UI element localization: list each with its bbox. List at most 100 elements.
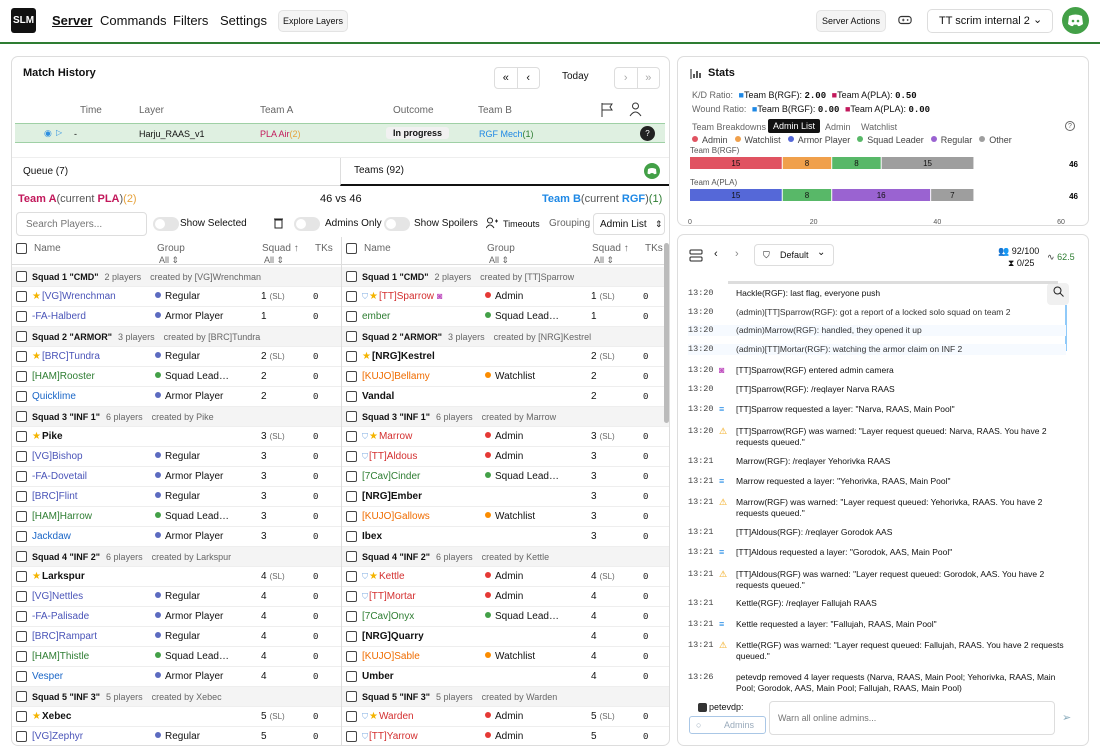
player-row[interactable]: [BRC]Rampart Regular 4 0 xyxy=(12,627,341,647)
player-row[interactable]: ★Xebec 5 (SL) 0 xyxy=(12,707,341,727)
player-checkbox[interactable] xyxy=(346,451,357,462)
squad-checkbox[interactable] xyxy=(16,411,27,422)
squad-checkbox[interactable] xyxy=(346,691,357,702)
first-page-icon[interactable]: « xyxy=(495,68,518,88)
squad-checkbox[interactable] xyxy=(346,271,357,282)
admins-only-toggle[interactable] xyxy=(294,217,320,231)
nav-filters[interactable]: Filters xyxy=(173,13,208,28)
app-logo[interactable]: SLM xyxy=(11,8,36,33)
player-row[interactable]: [VG]Nettles Regular 4 0 xyxy=(12,587,341,607)
select-all-checkbox[interactable] xyxy=(346,243,357,254)
player-row[interactable]: [7Cav]Onyx Squad Lead… 4 0 xyxy=(342,607,669,627)
player-checkbox[interactable] xyxy=(346,471,357,482)
player-checkbox[interactable] xyxy=(16,531,27,542)
grouping-select[interactable]: Admin List ⇕ xyxy=(593,213,665,235)
player-checkbox[interactable] xyxy=(16,371,27,382)
player-name-cell[interactable]: ★[BRC]Tundra xyxy=(32,351,100,362)
player-name-cell[interactable]: [VG]Nettles xyxy=(32,591,83,602)
player-name-cell[interactable]: ember xyxy=(362,311,390,322)
chat-prev-icon[interactable]: ‹ xyxy=(714,248,718,260)
player-checkbox[interactable] xyxy=(346,291,357,302)
player-checkbox[interactable] xyxy=(16,491,27,502)
player-name-cell[interactable]: -FA-Halberd xyxy=(32,311,86,322)
player-checkbox[interactable] xyxy=(346,631,357,642)
player-row[interactable]: [7Cav]Cinder Squad Lead… 3 0 xyxy=(342,467,669,487)
player-row[interactable]: Quicklime Armor Player 2 0 xyxy=(12,387,341,407)
user-clock-icon[interactable] xyxy=(485,217,498,232)
player-row[interactable]: -FA-Dovetail Armor Player 3 0 xyxy=(12,467,341,487)
player-row[interactable]: ⛉★Kettle Admin 4 (SL) 0 xyxy=(342,567,669,587)
table-scrollbar[interactable] xyxy=(664,243,669,423)
player-checkbox[interactable] xyxy=(16,291,27,302)
gamepad-icon[interactable] xyxy=(898,13,914,29)
player-row[interactable]: [KUJO]Gallows Watchlist 3 0 xyxy=(342,507,669,527)
player-checkbox[interactable] xyxy=(16,671,27,682)
squad-header-row[interactable]: Squad 1 "CMD" 2 players created by [TT]Spa… xyxy=(342,267,669,287)
player-name-cell[interactable]: ⛉★Kettle xyxy=(362,571,405,582)
squad-filter[interactable]: All ⇕ xyxy=(594,255,614,266)
player-name-cell[interactable]: [VG]Bishop xyxy=(32,451,83,462)
squad-header-row[interactable]: Squad 2 "ARMOR" 3 players created by [NRG]… xyxy=(342,327,669,347)
player-checkbox[interactable] xyxy=(16,731,27,742)
player-name-cell[interactable]: ★[VG]Wrenchman xyxy=(32,291,116,302)
server-actions-button[interactable]: Server Actions xyxy=(816,10,886,32)
play-icon[interactable]: ▷ xyxy=(56,128,62,137)
player-row[interactable]: ⛉★[TT]Sparrow ◙ Admin 1 (SL) 0 xyxy=(342,287,669,307)
squad-header-row[interactable]: Squad 5 "INF 3" 5 players created by Xebec xyxy=(12,687,341,707)
player-row[interactable]: ★[BRC]Tundra Regular 2 (SL) 0 xyxy=(12,347,341,367)
player-checkbox[interactable] xyxy=(346,651,357,662)
player-checkbox[interactable] xyxy=(346,511,357,522)
player-row[interactable]: [KUJO]Bellamy Watchlist 2 0 xyxy=(342,367,669,387)
player-checkbox[interactable] xyxy=(16,591,27,602)
tab-admin[interactable]: Admin xyxy=(825,122,851,132)
flag-icon[interactable] xyxy=(600,102,614,120)
show-selected-toggle[interactable] xyxy=(153,217,179,231)
discord-small-icon[interactable] xyxy=(644,163,660,179)
player-checkbox[interactable] xyxy=(346,531,357,542)
player-name-cell[interactable]: -FA-Palisade xyxy=(32,611,89,622)
squad-header-row[interactable]: Squad 2 "ARMOR" 3 players created by [BRC]… xyxy=(12,327,341,347)
player-row[interactable]: Jackdaw Armor Player 3 0 xyxy=(12,527,341,547)
channel-select[interactable]: ○ Admins xyxy=(689,716,766,734)
search-input[interactable] xyxy=(16,212,147,236)
discord-icon[interactable] xyxy=(1062,7,1089,34)
player-checkbox[interactable] xyxy=(346,371,357,382)
player-checkbox[interactable] xyxy=(16,471,27,482)
player-checkbox[interactable] xyxy=(16,351,27,362)
player-row[interactable]: [HAM]Harrow Squad Lead… 3 0 xyxy=(12,507,341,527)
player-name-cell[interactable]: ⛉[TT]Mortar xyxy=(362,591,416,602)
player-checkbox[interactable] xyxy=(16,511,27,522)
player-checkbox[interactable] xyxy=(16,611,27,622)
player-checkbox[interactable] xyxy=(16,451,27,462)
player-row[interactable]: ⛉[TT]Mortar Admin 4 0 xyxy=(342,587,669,607)
player-name-cell[interactable]: ⛉★Marrow xyxy=(362,431,412,442)
chat-next-icon[interactable]: › xyxy=(735,248,739,260)
player-name-cell[interactable]: [BRC]Rampart xyxy=(32,631,97,642)
player-row[interactable]: ⛉★Warden Admin 5 (SL) 0 xyxy=(342,707,669,727)
squad-checkbox[interactable] xyxy=(346,411,357,422)
player-checkbox[interactable] xyxy=(16,431,27,442)
squad-checkbox[interactable] xyxy=(346,331,357,342)
player-row[interactable]: ⛉[TT]Aldous Admin 3 0 xyxy=(342,447,669,467)
squad-header-row[interactable]: Squad 3 "INF 1" 6 players created by Marro… xyxy=(342,407,669,427)
player-row[interactable]: [NRG]Ember 3 0 xyxy=(342,487,669,507)
server-list-icon[interactable] xyxy=(689,249,703,265)
player-row[interactable]: Vesper Armor Player 4 0 xyxy=(12,667,341,687)
chat-input[interactable] xyxy=(769,701,1055,735)
player-name-cell[interactable]: ⛉[TT]Aldous xyxy=(362,451,417,462)
player-row[interactable]: ★[VG]Wrenchman Regular 1 (SL) 0 xyxy=(12,287,341,307)
user-icon[interactable] xyxy=(629,102,642,120)
eye-icon[interactable]: ◉ xyxy=(44,128,52,139)
player-name-cell[interactable]: ⛉[TT]Yarrow xyxy=(362,731,418,742)
player-name-cell[interactable]: ★Pike xyxy=(32,431,63,442)
player-name-cell[interactable]: [BRC]Flint xyxy=(32,491,78,502)
player-row[interactable]: [HAM]Rooster Squad Lead… 2 0 xyxy=(12,367,341,387)
chat-filter-select[interactable]: ⛉ Default ⌄ xyxy=(754,244,834,266)
show-spoilers-toggle[interactable] xyxy=(384,217,410,231)
group-filter[interactable]: All ⇕ xyxy=(489,255,509,266)
send-icon[interactable]: ➢ xyxy=(1062,711,1071,724)
timeouts-button[interactable]: Timeouts xyxy=(503,219,540,229)
squad-checkbox[interactable] xyxy=(16,551,27,562)
help-icon[interactable]: ? xyxy=(640,126,655,141)
player-name-cell[interactable]: ★Larkspur xyxy=(32,571,85,582)
